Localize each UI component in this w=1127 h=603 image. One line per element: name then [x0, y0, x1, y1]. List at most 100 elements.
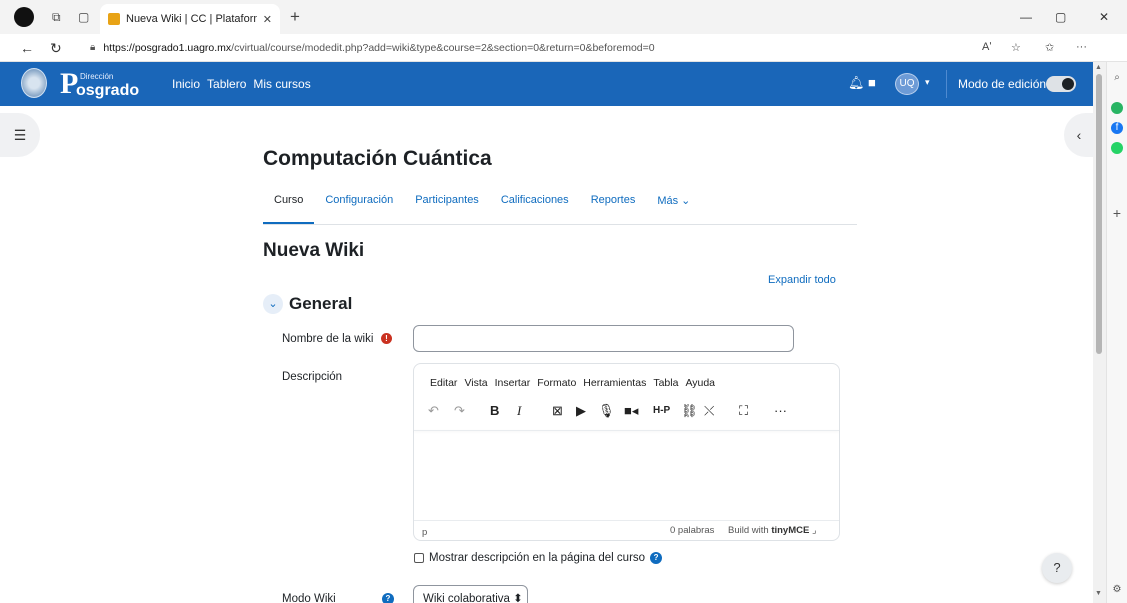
h5p-icon[interactable]: H-P [653, 405, 670, 416]
description-label: Descripción [282, 371, 343, 383]
help-icon[interactable]: ? [650, 552, 663, 564]
wiki-mode-select[interactable]: Wiki colaborativa ⬍ [413, 585, 528, 603]
microphone-icon[interactable]: 🎙︎ [598, 403, 615, 419]
edit-mode-label: Modo de edición [958, 77, 1047, 91]
url-host: https://posgrado1.uagro.mx [103, 41, 232, 54]
unlink-icon[interactable]: ⤬ [704, 403, 714, 419]
tab-configuracion[interactable]: Configuración [314, 186, 404, 224]
editor-statusbar: p 0 palabras Build with tinyMCE ⌟ [414, 520, 839, 540]
messages-icon[interactable]: ■ [868, 75, 876, 90]
redo-icon[interactable]: ↷ [454, 403, 465, 419]
url-field[interactable]: 🔒︎ https://posgrado1.uagro.mx/cvirtual/c… [82, 37, 962, 58]
more-menu-icon[interactable]: ··· [1076, 41, 1087, 53]
wiki-name-input[interactable] [413, 325, 794, 352]
undo-icon[interactable]: ↶ [428, 403, 439, 419]
editor-menu-ayuda[interactable]: Ayuda [685, 377, 715, 389]
editor-menubar: Editar Vista Insertar Formato Herramient… [430, 377, 715, 389]
whatsapp-icon[interactable] [1111, 142, 1123, 154]
editor-menu-insertar[interactable]: Insertar [495, 377, 531, 389]
section-general-header[interactable]: ⌄ General [263, 294, 352, 314]
tab-curso[interactable]: Curso [263, 186, 315, 224]
editor-toolbar: ↶ ↷ B I ⊠ ▶ 🎙︎ ■◂ H-P ⛓ ⤬ ⛶ ··· [428, 403, 828, 425]
word-count[interactable]: 0 palabras [670, 525, 714, 536]
wiki-mode-help-icon[interactable]: ? [382, 593, 394, 603]
video-icon[interactable]: ■◂ [624, 403, 638, 419]
page-title: Nueva Wiki [263, 240, 365, 261]
restore-button[interactable]: ▢ [1055, 10, 1066, 24]
logo-text: osgrado [76, 82, 140, 99]
nav-link-inicio[interactable]: Inicio [172, 77, 200, 91]
refresh-icon[interactable]: ↻ [50, 40, 62, 57]
edit-mode-toggle[interactable] [1046, 76, 1076, 92]
fullscreen-icon[interactable]: ⛶ [739, 403, 748, 419]
new-tab-button[interactable]: + [290, 7, 300, 27]
logo-subtitle: Dirección [80, 72, 114, 81]
browser-tab[interactable]: Nueva Wiki | CC | Plataforma virtu ✕ [100, 4, 280, 34]
minimize-button[interactable]: — [1020, 10, 1032, 24]
editor-menu-herramientas[interactable]: Herramientas [583, 377, 646, 389]
nav-link-mis-cursos[interactable]: Mis cursos [253, 77, 310, 91]
workspaces-icon[interactable]: ⧉ [52, 10, 61, 25]
primary-navigation: Inicio Tablero Mis cursos [172, 77, 311, 91]
italic-icon[interactable]: I [517, 403, 521, 419]
block-drawer-toggle[interactable]: ‹ [1064, 113, 1094, 157]
close-window-button[interactable]: ✕ [1099, 10, 1109, 24]
nav-link-tablero[interactable]: Tablero [207, 77, 246, 91]
tab-calificaciones[interactable]: Calificaciones [490, 186, 580, 224]
tab-reportes[interactable]: Reportes [580, 186, 647, 224]
more-tools-icon[interactable]: ··· [774, 403, 787, 418]
editor-menu-vista[interactable]: Vista [464, 377, 487, 389]
section-title: General [289, 294, 353, 313]
page-scrollbar[interactable]: ▲ ▼ [1093, 62, 1106, 603]
tab-title: Nueva Wiki | CC | Plataforma virtu [126, 13, 257, 25]
editor-menu-tabla[interactable]: Tabla [653, 377, 678, 389]
scroll-down-icon[interactable]: ▼ [1095, 590, 1102, 597]
tab-participantes[interactable]: Participantes [404, 186, 490, 224]
address-bar-row: ← ↻ 🔒︎ https://posgrado1.uagro.mx/cvirtu… [0, 34, 1127, 62]
tab-close-icon[interactable]: ✕ [263, 13, 272, 26]
list-icon: ☰ [13, 127, 27, 143]
course-index-toggle[interactable]: ☰ [0, 113, 40, 157]
floating-help-button[interactable]: ? [1042, 553, 1072, 583]
facebook-icon[interactable]: f [1111, 122, 1123, 134]
add-sidebar-app-icon[interactable]: + [1111, 206, 1123, 220]
navbar-divider [946, 70, 947, 98]
lock-icon: 🔒︎ [90, 42, 96, 53]
url-path: /cvirtual/course/modedit.php?add=wiki&ty… [231, 41, 655, 54]
course-title: Computación Cuántica [263, 147, 492, 170]
description-editor[interactable]: Editar Vista Insertar Formato Herramient… [413, 363, 840, 541]
media-icon[interactable]: ▶ [576, 403, 586, 419]
link-icon[interactable]: ⛓ [681, 403, 698, 419]
notifications-bell-icon[interactable]: 🔔︎ [848, 75, 865, 91]
tinymce-branding[interactable]: Build with tinyMCE ⌟ [728, 525, 816, 536]
posgrado-logo[interactable]: P Dirección osgrado [60, 69, 140, 100]
editor-menu-editar[interactable]: Editar [430, 377, 457, 389]
scroll-up-icon[interactable]: ▲ [1095, 64, 1102, 71]
build-with-text: Build with [728, 525, 769, 536]
editor-toolbar-divider [414, 430, 839, 431]
profile-icon[interactable] [14, 7, 34, 27]
tab-mas[interactable]: Más ⌄ [646, 186, 701, 224]
read-aloud-icon[interactable]: Aʹ [982, 41, 991, 53]
tab-actions-icon[interactable]: ▢ [78, 10, 89, 24]
favorite-star-icon[interactable]: ☆ [1011, 41, 1021, 54]
scrollbar-thumb[interactable] [1096, 74, 1102, 354]
wiki-mode-label: Modo Wiki [282, 593, 336, 603]
editor-element-path[interactable]: p [422, 527, 427, 538]
chevron-down-icon[interactable]: ⌄ [263, 294, 283, 314]
expand-all-link[interactable]: Expandir todo [768, 274, 836, 286]
spotify-icon[interactable] [1111, 102, 1123, 114]
favorites-icon[interactable]: ✩ [1045, 41, 1054, 54]
university-seal-icon [21, 68, 47, 98]
bold-icon[interactable]: B [490, 403, 499, 418]
user-avatar[interactable]: UQ [895, 73, 919, 95]
search-icon[interactable]: ⌕ [1111, 72, 1123, 84]
required-icon: ! [381, 333, 392, 344]
sidebar-settings-icon[interactable]: ⚙ [1111, 584, 1123, 596]
editor-menu-formato[interactable]: Formato [537, 377, 576, 389]
show-description-checkbox[interactable] [414, 553, 424, 563]
user-menu-chevron-icon[interactable]: ▾ [925, 77, 930, 88]
back-icon[interactable]: ← [20, 40, 34, 56]
image-icon[interactable]: ⊠ [552, 403, 563, 419]
show-description-label[interactable]: Mostrar descripción en la página del cur… [429, 552, 645, 564]
